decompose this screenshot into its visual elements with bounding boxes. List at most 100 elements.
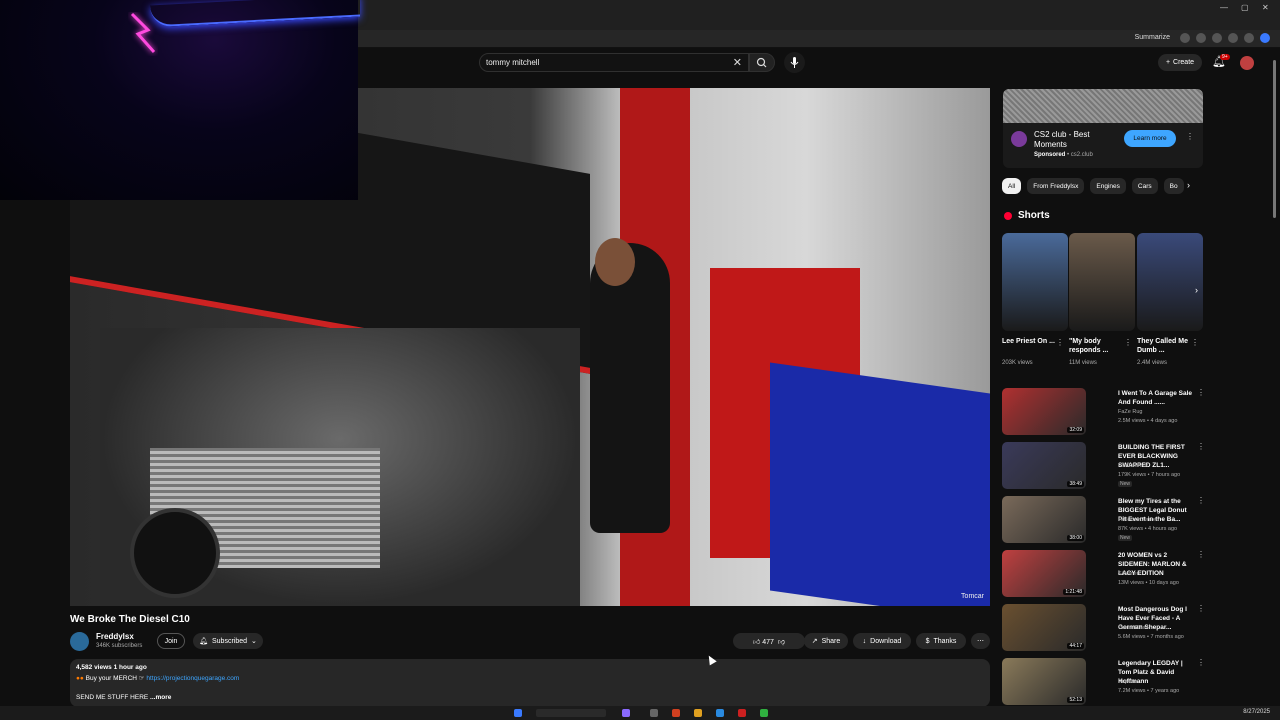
rec-channel[interactable]: Cesar Millan [1118, 625, 1149, 631]
channel-name[interactable]: Freddylsx [96, 632, 134, 641]
send-line: SEND ME STUFF HERE ...more [76, 694, 171, 701]
download-button[interactable]: ↓ Download [853, 633, 911, 649]
merch-link[interactable]: https://projectionquegarage.com [146, 675, 239, 682]
short-title[interactable]: "My body responds ... [1069, 337, 1127, 355]
rec-menu-icon[interactable]: ⋮ [1197, 604, 1205, 613]
rec-menu-icon[interactable]: ⋮ [1197, 388, 1205, 397]
browser-extension-icons [1180, 33, 1270, 43]
short-menu-icon[interactable]: ⋮ [1056, 338, 1064, 347]
more-actions-button[interactable]: ⋯ [971, 633, 990, 649]
chip-more[interactable]: Bo [1163, 178, 1184, 194]
short-thumbnail[interactable] [1137, 233, 1203, 331]
rec-menu-icon[interactable]: ⋮ [1197, 442, 1205, 451]
create-button[interactable]: + Create [1158, 54, 1202, 71]
subscribed-button[interactable]: 🔔︎ Subscribed ⌄ [193, 633, 263, 649]
browser-icon[interactable] [716, 709, 724, 717]
page-scrollbar[interactable] [1273, 60, 1276, 218]
more-horizontal-icon: ⋯ [977, 638, 984, 645]
chip-all[interactable]: All [1002, 178, 1022, 194]
rec-title[interactable]: I Went To A Garage Sale And Found ...... [1118, 389, 1196, 407]
app-icon[interactable] [672, 709, 680, 717]
chip-engines[interactable]: Engines [1090, 178, 1126, 194]
webcam-overlay [0, 0, 360, 200]
shorts-next-icon[interactable]: › [1195, 285, 1198, 295]
taskbar-search[interactable] [536, 709, 606, 717]
rec-channel[interactable]: Sidemen [1118, 571, 1140, 577]
rec-channel[interactable]: RepOne [1118, 679, 1139, 685]
thanks-button[interactable]: $ Thanks [916, 633, 966, 649]
extension-icon[interactable] [1180, 33, 1190, 43]
rec-menu-icon[interactable]: ⋮ [1197, 496, 1205, 505]
sponsored-label: Sponsored [1034, 152, 1066, 158]
short-menu-icon[interactable]: ⋮ [1191, 338, 1199, 347]
short-menu-icon[interactable]: ⋮ [1124, 338, 1132, 347]
short-thumbnail[interactable] [1069, 233, 1135, 331]
clear-search-icon[interactable]: ✕ [733, 56, 742, 69]
collections-icon[interactable] [1212, 33, 1222, 43]
short-thumbnail[interactable] [1002, 233, 1068, 331]
app-icon[interactable] [738, 709, 746, 717]
description-box[interactable]: 4,582 views 1 hour ago ●● Buy your MERCH… [70, 659, 990, 707]
short-views: 203K views [1002, 360, 1033, 366]
subscribed-label: Subscribed [211, 637, 248, 645]
rec-thumbnail[interactable]: 38:00 [1002, 496, 1086, 543]
view-meta: 4,582 views 1 hour ago [76, 664, 147, 671]
account-avatar[interactable] [1240, 56, 1254, 70]
short-title[interactable]: Lee Priest On ... [1002, 337, 1060, 346]
rec-duration: 38:49 [1067, 481, 1084, 487]
rec-meta: 5.6M views • 7 months ago [1118, 634, 1184, 640]
video-frame-head [595, 238, 635, 286]
close-window-icon[interactable]: ✕ [1262, 3, 1269, 12]
rec-channel[interactable]: FastLifeKick [1118, 463, 1148, 469]
app-icon[interactable] [622, 709, 630, 717]
more-icon[interactable] [1244, 33, 1254, 43]
favorite-icon[interactable] [1196, 33, 1206, 43]
app-icon[interactable] [760, 709, 768, 717]
short-title[interactable]: They Called Me Dumb ... [1137, 337, 1195, 355]
ad-banner-image[interactable] [1003, 89, 1203, 123]
ad-advertiser-icon [1011, 131, 1027, 147]
rec-thumbnail[interactable]: 52:13 [1002, 658, 1086, 705]
thanks-label: Thanks [933, 637, 957, 645]
copilot-icon[interactable] [1260, 33, 1270, 43]
chip-from-channel[interactable]: From Freddylsx [1027, 178, 1085, 194]
summarize-button[interactable]: Summarize [1135, 34, 1170, 41]
ad-menu-icon[interactable]: ⋮ [1186, 132, 1194, 141]
minimize-icon[interactable]: — [1220, 3, 1228, 12]
like-button[interactable]: 👍︎ 477 [753, 637, 774, 646]
learn-more-button[interactable]: Learn more [1124, 130, 1176, 147]
create-label: Create [1173, 59, 1195, 66]
ad-card[interactable]: CS2 club - Best Moments Sponsored • cs2.… [1003, 123, 1203, 168]
shorts-heading: Shorts [1018, 210, 1050, 221]
rec-meta: 2.5M views • 4 days ago [1118, 418, 1178, 424]
folder-icon[interactable] [694, 709, 702, 717]
rec-thumbnail[interactable]: 1:21:48 [1002, 550, 1086, 597]
share-button[interactable]: ↗ Share [804, 633, 848, 649]
rec-menu-icon[interactable]: ⋮ [1197, 550, 1205, 559]
fire-icon: ●● [76, 675, 84, 682]
start-icon[interactable] [514, 709, 522, 717]
restore-icon[interactable]: ▢ [1241, 3, 1249, 12]
screen: — ▢ ✕ Summarize tommy mitchell ✕ + Creat… [0, 0, 1280, 720]
channel-avatar[interactable] [70, 632, 89, 651]
chip-cars[interactable]: Cars [1131, 178, 1158, 194]
rec-menu-icon[interactable]: ⋮ [1197, 658, 1205, 667]
dislike-button[interactable]: 👎︎ [778, 637, 785, 646]
like-dislike-group: 👍︎ 477 👎︎ [733, 633, 805, 649]
chevron-right-icon[interactable]: › [1187, 180, 1190, 190]
rec-channel[interactable]: HellooomJensen [1118, 517, 1159, 523]
app-icon[interactable] [650, 709, 658, 717]
rec-thumbnail[interactable]: 32:09 [1002, 388, 1086, 435]
rec-thumbnail[interactable]: 44:17 [1002, 604, 1086, 651]
search-input[interactable]: tommy mitchell ✕ [479, 53, 749, 72]
rec-channel[interactable]: FaZe Rug [1118, 409, 1142, 415]
profile-icon[interactable] [1228, 33, 1238, 43]
shorts-icon [1004, 212, 1012, 220]
rec-thumbnail[interactable]: 38:49 [1002, 442, 1086, 489]
more-link[interactable]: ...more [150, 694, 171, 701]
search-button[interactable] [749, 53, 775, 72]
like-count: 477 [762, 638, 774, 646]
rec-duration: 44:17 [1067, 643, 1084, 649]
voice-search-button[interactable] [784, 52, 805, 73]
join-button[interactable]: Join [157, 633, 185, 649]
